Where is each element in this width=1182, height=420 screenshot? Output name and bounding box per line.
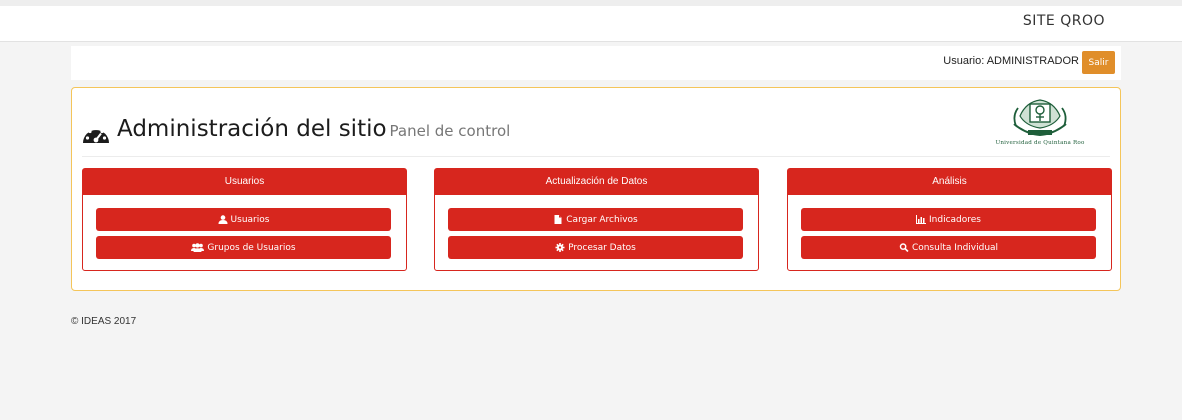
user-icon	[218, 215, 228, 224]
bar-chart-icon	[916, 215, 926, 224]
user-bar: Usuario: ADMINISTRADOR Salir	[71, 46, 1121, 80]
page-title: Administración del sitio Panel de control	[117, 116, 510, 142]
consulta-individual-button[interactable]: Consulta Individual	[801, 236, 1096, 259]
section-analisis-title: Análisis	[788, 169, 1111, 195]
footer-copyright: © IDEAS 2017	[71, 316, 137, 327]
consulta-individual-button-label: Consulta Individual	[911, 242, 999, 253]
section-usuarios-title: Usuarios	[83, 169, 406, 195]
gear-icon	[555, 243, 565, 252]
page-subtitle: Panel de control	[389, 122, 511, 140]
section-actualizacion-title: Actualización de Datos	[435, 169, 758, 195]
panel-header: Administración del sitio Panel de control…	[82, 88, 1110, 157]
file-icon	[554, 215, 562, 224]
section-usuarios: Usuarios Usuarios Grupos de Usuarios	[82, 168, 407, 271]
users-icon	[191, 243, 205, 252]
page-title-text: Administración del sitio	[117, 116, 387, 142]
usuarios-button[interactable]: Usuarios	[96, 208, 391, 231]
university-seal-icon	[1013, 99, 1067, 137]
user-label: Usuario: ADMINISTRADOR	[943, 55, 1079, 67]
navbar: SITE QROO	[0, 6, 1182, 42]
cargar-archivos-button-label: Cargar Archivos	[566, 214, 638, 225]
university-logo: Universidad de Quintana Roo	[976, 94, 1104, 152]
usuarios-button-label: Usuarios	[230, 214, 270, 225]
procesar-datos-button-label: Procesar Datos	[568, 242, 636, 253]
cargar-archivos-button[interactable]: Cargar Archivos	[448, 208, 743, 231]
procesar-datos-button[interactable]: Procesar Datos	[448, 236, 743, 259]
search-icon	[899, 243, 909, 252]
logo-caption: Universidad de Quintana Roo	[995, 140, 1085, 146]
indicadores-button[interactable]: Indicadores	[801, 208, 1096, 231]
dashboard-icon	[83, 126, 109, 143]
logout-button[interactable]: Salir	[1082, 51, 1115, 74]
indicadores-button-label: Indicadores	[929, 214, 981, 225]
section-actualizacion: Actualización de Datos Cargar Archivos P…	[434, 168, 759, 271]
grupos-usuarios-button[interactable]: Grupos de Usuarios	[96, 236, 391, 259]
section-analisis: Análisis Indicadores Consulta Individual	[787, 168, 1112, 271]
admin-panel: Administración del sitio Panel de control…	[71, 87, 1121, 291]
grupos-usuarios-button-label: Grupos de Usuarios	[207, 242, 296, 253]
brand-link[interactable]: SITE QROO	[1023, 13, 1105, 29]
